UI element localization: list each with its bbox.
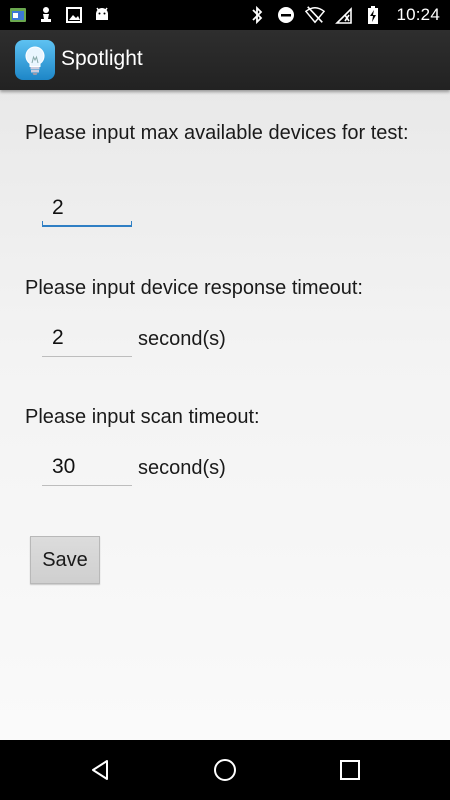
signal-icon (334, 5, 354, 25)
status-clock: 10:24 (396, 5, 440, 24)
image-icon (64, 5, 84, 25)
bluetooth-icon (247, 5, 267, 25)
recents-icon[interactable] (315, 740, 385, 800)
response-timeout-unit: second(s) (138, 328, 226, 350)
app-notification-icon (8, 5, 28, 25)
max-devices-value: 2 (52, 196, 64, 219)
max-devices-input[interactable]: 2 (42, 191, 132, 227)
save-button[interactable]: Save (30, 536, 100, 584)
home-icon[interactable] (190, 740, 260, 800)
response-timeout-label: Please input device response timeout: (25, 277, 363, 299)
scan-timeout-label: Please input scan timeout: (25, 406, 260, 428)
scan-timeout-value: 30 (52, 455, 76, 478)
lightbulb-icon[interactable] (15, 40, 55, 80)
navigation-bar (0, 740, 450, 800)
status-bar: 10:24 (0, 0, 450, 30)
action-bar: Spotlight (0, 30, 450, 90)
android-icon (92, 5, 112, 25)
system-icons: 10:24 (247, 0, 440, 30)
notification-icons (8, 4, 112, 26)
max-devices-label: Please input max available devices for t… (25, 122, 409, 144)
scan-timeout-unit: second(s) (138, 457, 226, 479)
back-icon[interactable] (65, 740, 135, 800)
response-timeout-value: 2 (52, 326, 64, 349)
app-title: Spotlight (61, 47, 143, 70)
do-not-disturb-icon (276, 5, 296, 25)
chess-pawn-icon (36, 5, 56, 25)
scan-timeout-input[interactable]: 30 (42, 450, 132, 486)
settings-form: Please input max available devices for t… (0, 90, 450, 740)
response-timeout-input[interactable]: 2 (42, 321, 132, 357)
battery-charging-icon (363, 5, 383, 25)
wifi-off-icon (305, 5, 326, 25)
